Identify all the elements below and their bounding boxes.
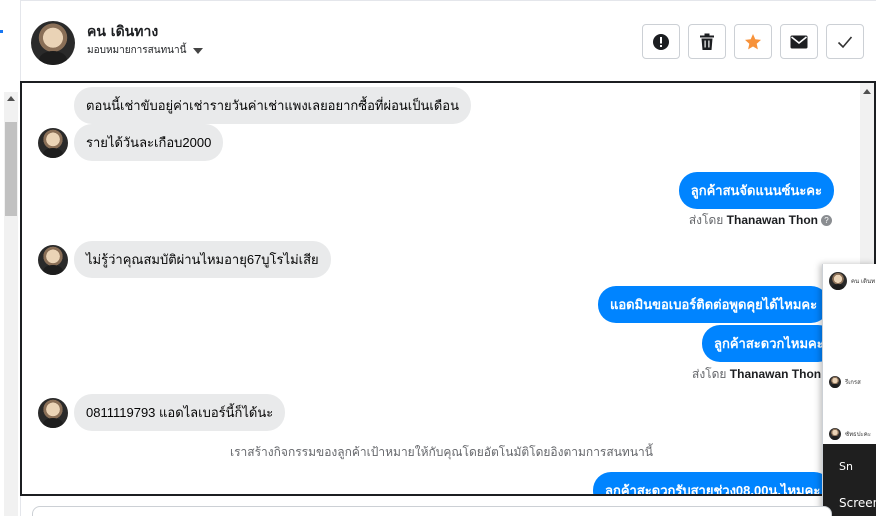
sent-by-label: ส่งโดย Thanawan Thon? (689, 211, 832, 230)
mail-button[interactable] (780, 24, 818, 59)
assign-conversation-dropdown[interactable]: มอบหมายการสนทนานี้ (87, 43, 204, 58)
outgoing-message: ลูกค้าสะดวกรับสายช่วง08.00น.ไหมคะ (593, 472, 833, 494)
mini-title: คน เดินท (851, 278, 876, 285)
mini-item-label: รีเกรส (845, 379, 861, 386)
screen-label[interactable]: Screen (839, 496, 876, 510)
contact-name[interactable]: คน เดินทาง (87, 21, 158, 43)
help-icon[interactable]: ? (821, 215, 832, 227)
contact-avatar[interactable] (31, 21, 75, 65)
incoming-message: 0811119793 แอดไลเบอร์นี้ก็ได้นะ (74, 394, 286, 431)
envelope-icon (790, 35, 808, 48)
caret-down-icon (193, 47, 204, 54)
outgoing-message: ลูกค้าสะดวกไหมคะ (702, 325, 836, 362)
done-button[interactable] (826, 24, 864, 59)
mini-list-item[interactable]: ซัทธปะคะ (829, 428, 871, 440)
contact-avatar (38, 398, 68, 428)
contact-avatar (38, 128, 68, 158)
sender-name: Thanawan Thon (729, 367, 822, 381)
scroll-up-arrow-icon[interactable] (863, 89, 871, 94)
message-thread[interactable]: ตอนนี้เช่าขับอยู่ค่าเช่ารายวันค่าเช่าแพง… (20, 81, 876, 496)
sent-by-prefix: ส่งโดย (688, 213, 724, 227)
alert-button[interactable] (642, 24, 680, 59)
mini-header: คน เดินท (829, 272, 875, 290)
incoming-message: ไม่รู้ว่าคุณสมบัติผ่านไหมอายุ67บูโรไม่เส… (74, 241, 331, 278)
delete-button[interactable] (688, 24, 726, 59)
snip-tool-label[interactable]: Sn (839, 460, 853, 473)
assign-label: มอบหมายการสนทนานี้ (87, 45, 187, 56)
trash-icon (700, 33, 714, 50)
mini-item-label: ซัทธปะคะ (845, 431, 871, 438)
mini-avatar (829, 376, 841, 388)
conversation-header: คน เดินทาง มอบหมายการสนทนานี้ (21, 0, 876, 82)
page: คน เดินทาง มอบหมายการสนทนานี้ ตอนนี้เช่า… (0, 0, 876, 516)
scrollbar-thumb[interactable] (5, 122, 17, 216)
floating-preview-window[interactable]: คน เดินท รีเกรส ซัทธปะคะ Sn Screen (822, 264, 876, 516)
sent-by-label: ส่งโดย Thanawan Thon (692, 365, 821, 384)
mini-avatar (829, 428, 841, 440)
star-button[interactable] (734, 24, 772, 59)
outgoing-message: ลูกค้าสนจัดแนนซ์นะคะ (678, 172, 834, 209)
left-sidebar-edge (0, 0, 21, 516)
sidebar-indicator (0, 30, 3, 33)
message-composer[interactable] (32, 506, 832, 516)
scroll-up-arrow-icon[interactable] (7, 96, 15, 101)
exclamation-circle-icon (653, 33, 669, 50)
contact-avatar (38, 245, 68, 275)
sent-by-prefix: ส่งโดย (692, 367, 727, 381)
incoming-message: ตอนนี้เช่าขับอยู่ค่าเช่ารายวันค่าเช่าแพง… (74, 87, 471, 124)
sender-name: Thanawan Thon (726, 213, 818, 227)
system-note: เราสร้างกิจกรรมของลูกค้าเป้าหมายให้กับคุ… (230, 445, 653, 459)
header-actions (642, 24, 864, 59)
conversation-list-scrollbar[interactable] (4, 92, 18, 516)
outgoing-message: แอดมินขอเบอร์ติดต่อพูดคุยได้ไหมคะ (598, 286, 830, 323)
incoming-message: รายได้วันละเกือบ2000 (74, 124, 224, 161)
mini-avatar (829, 272, 847, 290)
star-icon (745, 33, 761, 49)
check-icon (837, 35, 853, 48)
mini-list-item[interactable]: รีเกรส (829, 376, 861, 388)
